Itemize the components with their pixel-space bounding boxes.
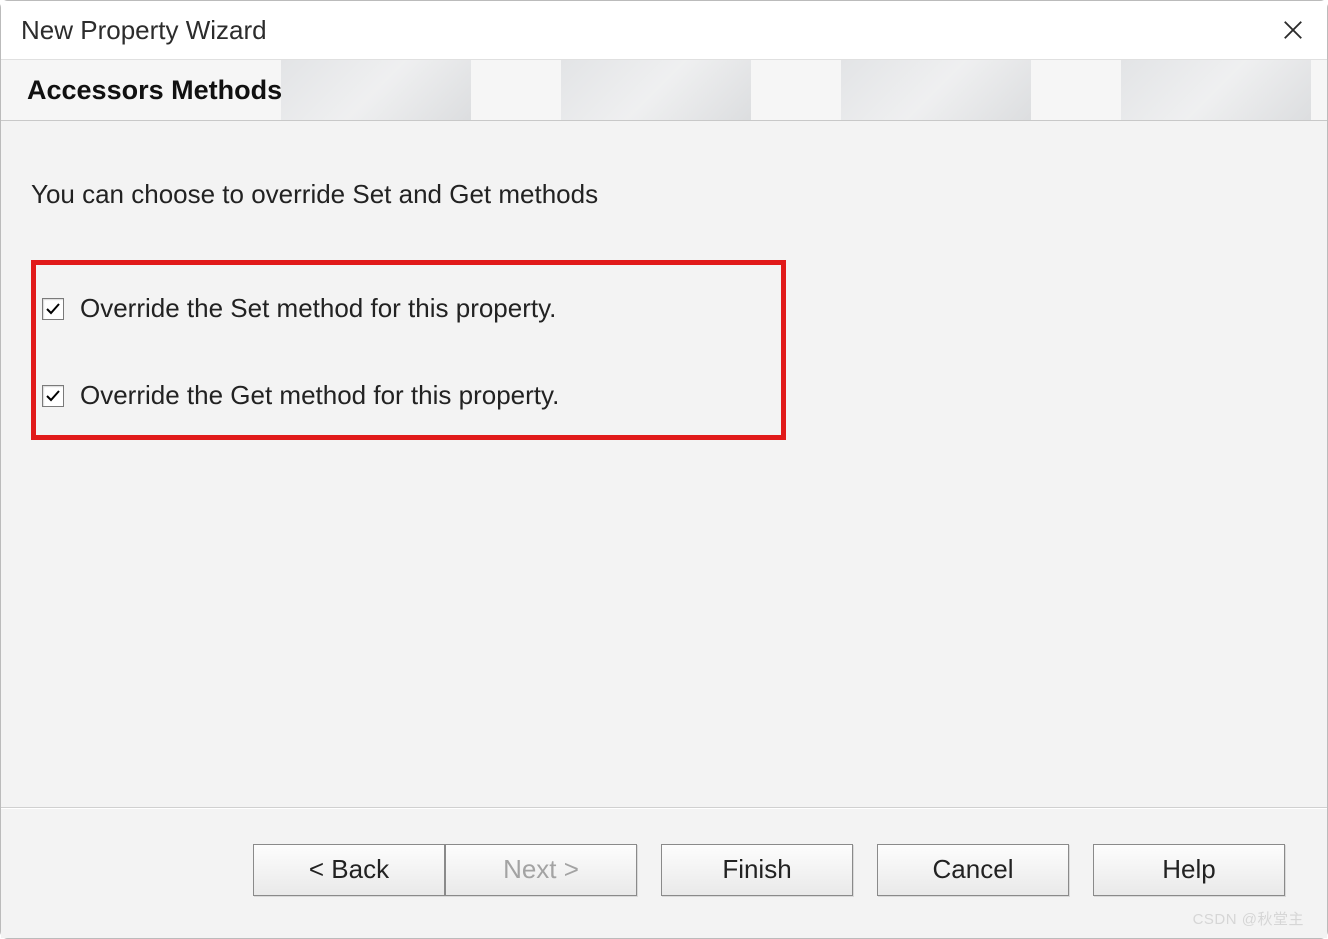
description-text: You can choose to override Set and Get m… (31, 179, 1297, 210)
override-get-label: Override the Get method for this propert… (80, 380, 559, 411)
wizard-banner: Accessors Methods (1, 59, 1327, 121)
next-button: Next > (445, 844, 637, 896)
checkbox-row-get: Override the Get method for this propert… (42, 380, 771, 411)
close-icon (1282, 19, 1304, 41)
page-heading: Accessors Methods (27, 75, 282, 106)
content-area: You can choose to override Set and Get m… (1, 121, 1327, 808)
watermark-text: CSDN @秋堂主 (1193, 908, 1304, 929)
check-icon (45, 388, 61, 404)
back-button[interactable]: < Back (253, 844, 445, 896)
window-title: New Property Wizard (21, 15, 267, 46)
highlight-box: Override the Set method for this propert… (31, 260, 786, 440)
override-set-checkbox[interactable] (42, 298, 64, 320)
override-get-checkbox[interactable] (42, 385, 64, 407)
checkbox-row-set: Override the Set method for this propert… (42, 293, 771, 324)
nav-button-group: < Back Next > (253, 844, 637, 896)
cancel-button[interactable]: Cancel (877, 844, 1069, 896)
title-bar: New Property Wizard (1, 1, 1327, 59)
wizard-window: New Property Wizard Accessors Methods Yo… (0, 0, 1328, 939)
finish-button[interactable]: Finish (661, 844, 853, 896)
override-set-label: Override the Set method for this propert… (80, 293, 556, 324)
close-button[interactable] (1279, 16, 1307, 44)
help-button[interactable]: Help (1093, 844, 1285, 896)
check-icon (45, 301, 61, 317)
button-bar: < Back Next > Finish Cancel Help (1, 808, 1327, 938)
